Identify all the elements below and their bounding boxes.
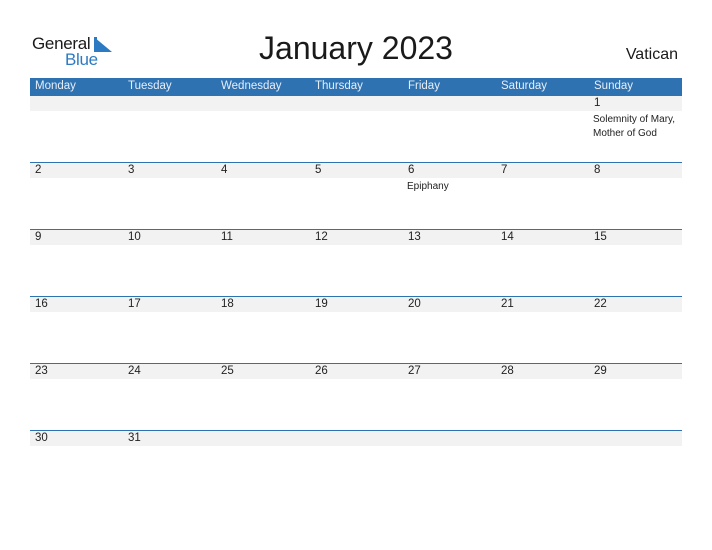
day-cell[interactable]: 11 [216,230,309,296]
week-row: 2 3 4 5 6 Epiphany 7 8 [30,162,682,230]
day-cell[interactable]: 4 [216,163,309,229]
day-cell[interactable]: 2 [30,163,123,229]
day-cell[interactable]: 21 [496,297,589,363]
day-cell[interactable]: 30 [30,431,123,497]
day-cell[interactable]: 25 [216,364,309,430]
country-label: Vatican [625,46,678,63]
day-number: 4 [221,164,228,176]
weekday-thursday: Thursday [315,80,363,92]
day-cell[interactable] [403,96,496,162]
week-row: 16 17 18 19 20 21 22 [30,296,682,364]
week-row: 1 Solemnity of Mary, Mother of God [30,96,682,163]
day-number: 27 [408,365,421,377]
weekday-sunday: Sunday [594,80,634,92]
day-cell[interactable] [123,96,216,162]
day-number: 6 [408,164,415,176]
day-cell[interactable]: 14 [496,230,589,296]
day-cell[interactable]: 18 [216,297,309,363]
day-number: 19 [315,298,328,310]
day-number: 30 [35,432,48,444]
day-cell[interactable]: 12 [310,230,403,296]
day-number: 24 [128,365,141,377]
day-cell[interactable]: 29 [589,364,682,430]
day-cell[interactable]: 8 [589,163,682,229]
day-cell[interactable]: 3 [123,163,216,229]
day-cell[interactable]: 6 Epiphany [403,163,496,229]
day-cell[interactable]: 28 [496,364,589,430]
weekday-tuesday: Tuesday [128,80,172,92]
weekday-wednesday: Wednesday [221,80,282,92]
day-number: 22 [594,298,607,310]
day-cell[interactable] [310,431,403,497]
weekday-monday: Monday [35,80,76,92]
week-row: 9 10 11 12 13 14 15 [30,229,682,297]
day-number: 29 [594,365,607,377]
day-number: 16 [35,298,48,310]
day-cell[interactable]: 1 Solemnity of Mary, Mother of God [589,96,682,162]
day-number: 14 [501,231,514,243]
day-number: 9 [35,231,42,243]
day-cell[interactable]: 9 [30,230,123,296]
day-number: 18 [221,298,234,310]
day-number: 5 [315,164,322,176]
day-cell[interactable]: 22 [589,297,682,363]
day-cell[interactable]: 13 [403,230,496,296]
day-cell[interactable]: 15 [589,230,682,296]
day-number: 20 [408,298,421,310]
day-number: 25 [221,365,234,377]
day-cell[interactable]: 17 [123,297,216,363]
day-cell[interactable]: 27 [403,364,496,430]
day-number: 10 [128,231,141,243]
week-row: 30 31 [30,430,682,498]
day-number: 11 [221,231,233,243]
day-number: 21 [501,298,514,310]
weekday-friday: Friday [408,80,440,92]
day-cell[interactable]: 31 [123,431,216,497]
day-number: 1 [594,97,601,109]
day-cell[interactable]: 24 [123,364,216,430]
day-cell[interactable]: 19 [310,297,403,363]
day-cell[interactable] [30,96,123,162]
day-cell[interactable] [403,431,496,497]
day-cell[interactable]: 23 [30,364,123,430]
day-cell[interactable] [496,96,589,162]
day-number: 31 [128,432,141,444]
day-cell[interactable]: 20 [403,297,496,363]
day-cell[interactable]: 16 [30,297,123,363]
day-number: 17 [128,298,141,310]
day-cell[interactable] [496,431,589,497]
day-number: 8 [594,164,601,176]
holiday-label: Epiphany [407,181,449,192]
day-number: 3 [128,164,135,176]
day-number: 28 [501,365,514,377]
day-cell[interactable] [216,431,309,497]
day-cell[interactable] [216,96,309,162]
day-number: 12 [315,231,328,243]
week-row: 23 24 25 26 27 28 29 [30,363,682,431]
day-number: 7 [501,164,508,176]
day-number: 26 [315,365,328,377]
day-cell[interactable]: 7 [496,163,589,229]
day-cell[interactable] [310,96,403,162]
day-cell[interactable]: 10 [123,230,216,296]
day-cell[interactable]: 5 [310,163,403,229]
holiday-label: Solemnity of Mary, Mother of God [593,114,676,139]
calendar-title: January 2023 [259,30,453,66]
day-number: 13 [408,231,421,243]
day-number: 2 [35,164,42,176]
day-cell[interactable] [589,431,682,497]
weekday-saturday: Saturday [501,80,548,92]
day-cell[interactable]: 26 [310,364,403,430]
day-number: 23 [35,365,48,377]
weekday-header: Monday Tuesday Wednesday Thursday Friday Satu… [30,78,682,96]
day-number: 15 [594,231,607,243]
